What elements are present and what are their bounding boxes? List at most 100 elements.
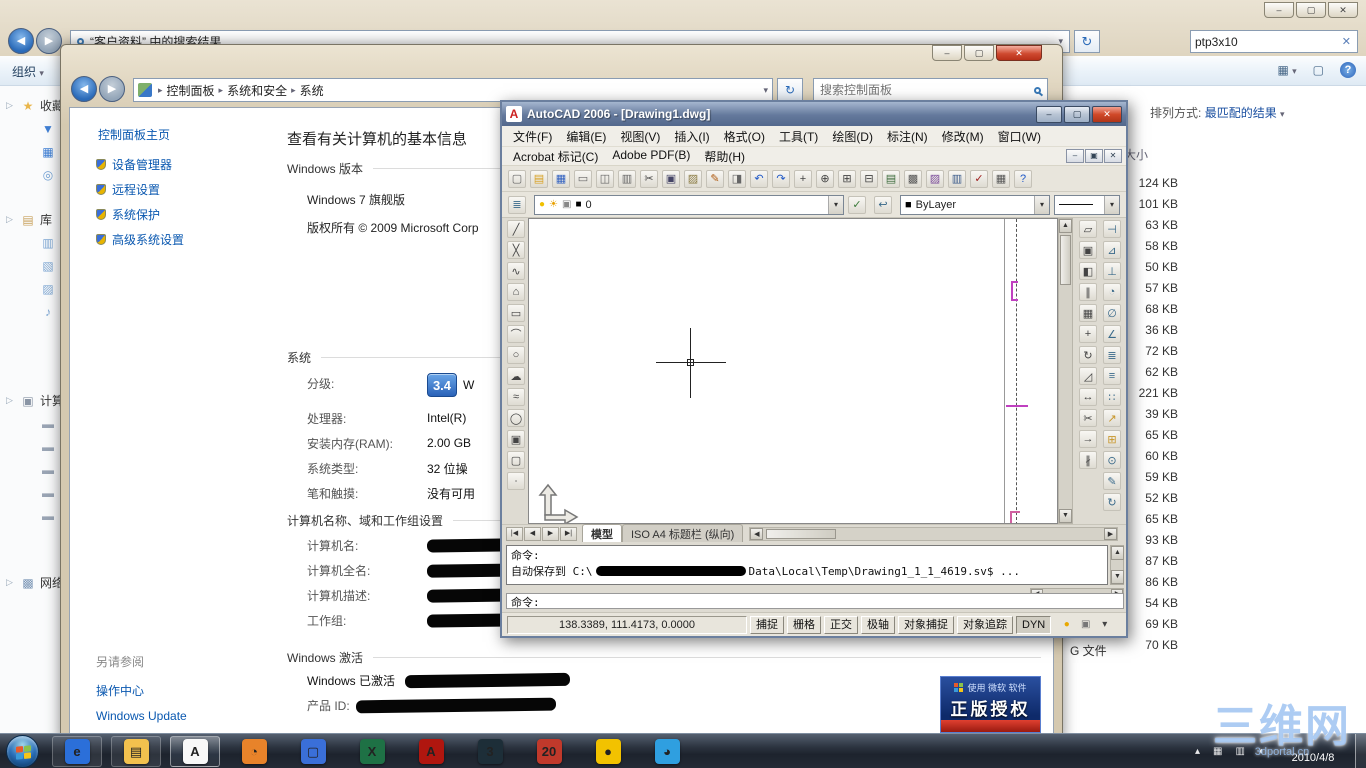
sidebar-item-home[interactable]: 控制面板主页 xyxy=(98,126,170,143)
arc-icon[interactable]: ⌒ xyxy=(507,325,525,343)
chevron-down-icon[interactable]: ▾ xyxy=(1104,195,1119,214)
cut-icon[interactable]: ✂ xyxy=(640,169,658,188)
taskbar-qq-icon[interactable]: ◕ xyxy=(642,736,692,767)
layout-tab[interactable]: ISO A4 标题栏 (纵向) xyxy=(622,524,744,543)
layer-dropdown[interactable]: ● ☀ ▣ ■ 0 ▾ xyxy=(534,194,844,215)
command-input-line[interactable]: 命令: xyxy=(506,593,1124,609)
circle-icon[interactable]: ○ xyxy=(507,346,525,364)
menu-item[interactable]: 窗口(W) xyxy=(991,128,1048,145)
scroll-up-icon[interactable]: ▲ xyxy=(1059,219,1072,233)
save-icon[interactable]: ▦ xyxy=(552,169,570,188)
expander-icon[interactable]: ▷ xyxy=(6,214,16,225)
taskbar-excel-icon[interactable]: X xyxy=(347,736,397,767)
taskbar-app-yellow-icon[interactable]: ● xyxy=(583,736,633,767)
dim-diameter-icon[interactable]: ∅ xyxy=(1103,304,1121,322)
move-icon[interactable]: + xyxy=(1079,325,1097,343)
tool-palettes-icon[interactable]: ▨ xyxy=(926,169,944,188)
menu-item[interactable]: 视图(V) xyxy=(613,128,667,145)
markup-set-manager-icon[interactable]: ✓ xyxy=(970,169,988,188)
vertical-scrollbar[interactable]: ▲ ▼ xyxy=(1058,218,1073,524)
copy-object-icon[interactable]: ▣ xyxy=(1079,241,1097,259)
back-button[interactable]: ◀ xyxy=(71,76,97,102)
scrollbar-thumb[interactable] xyxy=(766,528,837,539)
taskbar-app-orange-icon[interactable]: ◔ xyxy=(229,736,279,767)
communication-center-icon[interactable]: ● xyxy=(1058,616,1075,633)
taskbar-3dsmax-icon[interactable]: 3 xyxy=(465,736,515,767)
breadcrumb-item[interactable]: 系统 xyxy=(300,82,324,99)
menu-item[interactable]: 插入(I) xyxy=(667,128,716,145)
spline-icon[interactable]: ≈ xyxy=(507,388,525,406)
trim-icon[interactable]: ✂ xyxy=(1079,409,1097,427)
layer-properties-manager-icon[interactable]: ≣ xyxy=(508,195,526,214)
zoom-previous-icon[interactable]: ⊟ xyxy=(860,169,878,188)
array-icon[interactable]: ▦ xyxy=(1079,304,1097,322)
see-also-link[interactable]: 操作中心 xyxy=(96,682,187,699)
chevron-down-icon[interactable]: ▾ xyxy=(1034,195,1049,214)
breadcrumb-item[interactable]: 系统和安全 xyxy=(227,82,287,99)
menu-item[interactable]: 文件(F) xyxy=(506,128,559,145)
zoom-window-icon[interactable]: ⊞ xyxy=(838,169,856,188)
refresh-button[interactable]: ↻ xyxy=(777,78,803,102)
dim-baseline-icon[interactable]: ≡ xyxy=(1103,367,1121,385)
maximize-button[interactable]: ▢ xyxy=(964,45,994,61)
menu-item[interactable]: 编辑(E) xyxy=(559,128,613,145)
start-button[interactable] xyxy=(6,735,39,768)
paste-icon[interactable]: ▨ xyxy=(684,169,702,188)
sidebar-task-link[interactable]: 远程设置 xyxy=(96,181,184,197)
taskbar-pdf-icon[interactable]: A xyxy=(406,736,456,767)
tray-app-icon[interactable]: ▦ xyxy=(1213,746,1222,757)
scroll-down-icon[interactable]: ▼ xyxy=(1111,570,1124,584)
previous-tab-icon[interactable]: ◀ xyxy=(524,526,541,541)
open-icon[interactable]: ▤ xyxy=(530,169,548,188)
minimize-button[interactable]: – xyxy=(932,45,962,61)
block-editor-icon[interactable]: ◨ xyxy=(728,169,746,188)
scroll-down-icon[interactable]: ▼ xyxy=(1059,509,1072,523)
quickcalc-icon[interactable]: ▦ xyxy=(992,169,1010,188)
color-dropdown[interactable]: ■ ByLayer ▾ xyxy=(900,194,1050,215)
arrange-by-value[interactable]: 最匹配的结果 xyxy=(1205,106,1277,120)
organize-button[interactable]: 组织 ▾ xyxy=(12,63,44,80)
polyline-icon[interactable]: ∿ xyxy=(507,262,525,280)
erase-icon[interactable]: ▱ xyxy=(1079,220,1097,238)
quick-leader-icon[interactable]: ↗ xyxy=(1103,409,1121,427)
dim-ordinate-icon[interactable]: ⊥ xyxy=(1103,262,1121,280)
maximize-button[interactable]: ▢ xyxy=(1064,105,1090,123)
first-tab-icon[interactable]: |◀ xyxy=(506,526,523,541)
tray-volume-icon[interactable]: ◖ xyxy=(1258,746,1264,757)
extend-icon[interactable]: → xyxy=(1079,430,1097,448)
experience-index-badge[interactable]: 3.4 xyxy=(427,373,457,397)
break-icon[interactable]: ∦ xyxy=(1079,451,1097,469)
next-tab-icon[interactable]: ▶ xyxy=(542,526,559,541)
offset-icon[interactable]: ∥ xyxy=(1079,283,1097,301)
drawing-canvas[interactable] xyxy=(528,218,1058,524)
revision-cloud-icon[interactable]: ☁ xyxy=(507,367,525,385)
quick-dimension-icon[interactable]: ≣ xyxy=(1103,346,1121,364)
status-toggle-button[interactable]: 对象捕捉 xyxy=(898,615,954,634)
back-button[interactable]: ◀ xyxy=(8,28,34,54)
expander-icon[interactable]: ▷ xyxy=(6,395,16,406)
chevron-down-icon[interactable]: ▾ xyxy=(828,195,843,214)
dim-angular-icon[interactable]: ∠ xyxy=(1103,325,1121,343)
coordinates-readout[interactable]: 138.3389, 111.4173, 0.0000 xyxy=(507,615,747,634)
horizontal-scrollbar[interactable]: ◀ ▶ xyxy=(749,526,1118,541)
taskbar-ie-icon[interactable]: e xyxy=(52,736,102,767)
command-history[interactable]: 命令: 自动保存到 C:\ Data\Local\Temp\Drawing1_1… xyxy=(506,545,1108,585)
dim-edit-icon[interactable]: ✎ xyxy=(1103,472,1121,490)
scroll-left-icon[interactable]: ◀ xyxy=(750,527,764,540)
copy-icon[interactable]: ▣ xyxy=(662,169,680,188)
status-toggle-button[interactable]: DYN xyxy=(1016,615,1052,634)
scale-icon[interactable]: ◿ xyxy=(1079,367,1097,385)
status-toggle-button[interactable]: 栅格 xyxy=(787,615,821,634)
undo-icon[interactable]: ↶ xyxy=(750,169,768,188)
menu-item[interactable]: 绘图(D) xyxy=(825,128,880,145)
minimize-button[interactable]: – xyxy=(1264,2,1294,18)
plot-icon[interactable]: ▭ xyxy=(574,169,592,188)
layer-previous-icon[interactable]: ↩ xyxy=(874,195,892,214)
help-icon[interactable]: ? xyxy=(1014,169,1032,188)
search-input[interactable] xyxy=(820,83,1034,97)
make-block-icon[interactable]: ▢ xyxy=(507,451,525,469)
menu-item[interactable]: 帮助(H) xyxy=(697,148,752,165)
forward-button[interactable]: ▶ xyxy=(36,28,62,54)
taskbar-app-blue-icon[interactable]: ▢ xyxy=(288,736,338,767)
ellipse-icon[interactable]: ◯ xyxy=(507,409,525,427)
